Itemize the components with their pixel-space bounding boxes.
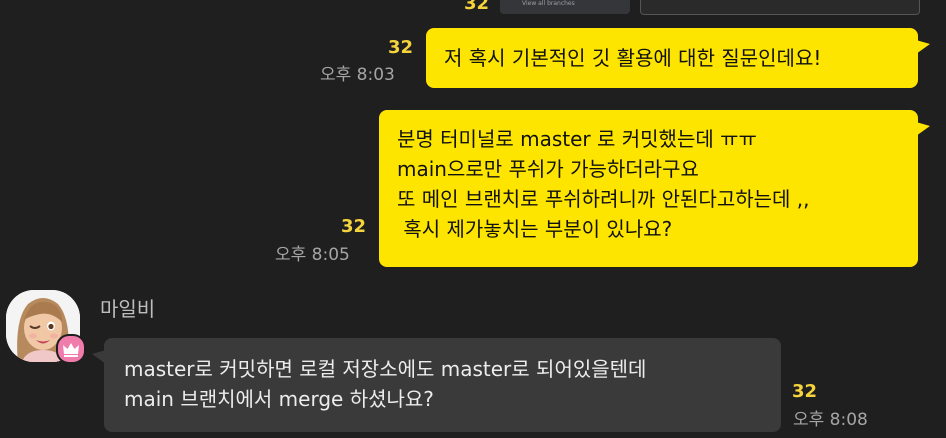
their-message-bubble[interactable]: master로 커밋하면 로컬 저장소에도 master로 되어있을텐데 mai…	[92, 338, 781, 432]
previous-attachment-image[interactable]	[640, 0, 920, 15]
message-unread-count: 32	[388, 37, 414, 58]
message-unread-count: 32	[341, 216, 367, 237]
message-text-line: 혹시 제가놓치는 부분이 있나요?	[397, 217, 673, 241]
message-text-line: master로 커밋하면 로컬 저장소에도 master로 되어있을텐데	[124, 357, 647, 381]
message-text-line: 또 메인 브랜치로 푸쉬하려니까 안된다고하는데 ,,	[397, 187, 810, 211]
my-message-bubble[interactable]: 분명 터미널로 master 로 커밋했는데 ㅠㅠ main으로만 푸쉬가 가능…	[379, 110, 930, 267]
message-time: 오후 8:08	[793, 410, 868, 430]
message-unread-count: 32	[792, 381, 818, 402]
previous-attachment-caption: View all branches	[522, 0, 575, 7]
previous-unread-count: 32	[464, 0, 490, 14]
crown-icon	[56, 334, 86, 364]
my-message-bubble[interactable]: 저 혹시 기본적인 깃 활용에 대한 질문인데요!	[426, 28, 930, 88]
message-text: 저 혹시 기본적인 깃 활용에 대한 질문인데요!	[444, 46, 822, 70]
message-time: 오후 8:05	[275, 245, 350, 265]
message-time: 오후 8:03	[320, 65, 395, 85]
message-text-line: 분명 터미널로 master 로 커밋했는데 ㅠㅠ	[397, 127, 757, 151]
sender-name: 마일비	[100, 297, 156, 321]
message-text-line: main으로만 푸쉬가 가능하더라구요	[397, 157, 699, 181]
message-text-line: main 브랜치에서 merge 하셨나요?	[124, 387, 434, 411]
